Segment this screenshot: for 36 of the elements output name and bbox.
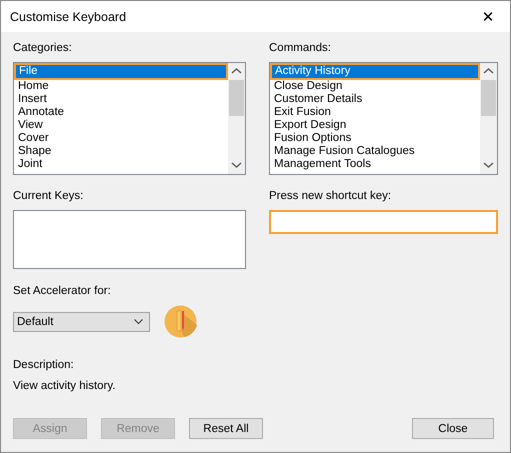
list-item[interactable]: Shape: [15, 145, 228, 158]
scrollbar[interactable]: [228, 63, 245, 174]
list-item[interactable]: Cover: [15, 132, 228, 145]
list-item[interactable]: Joint: [15, 158, 228, 171]
dialog-button[interactable]: Reset All: [189, 418, 263, 439]
list-item[interactable]: View: [15, 119, 228, 132]
categories-label: Categories:: [13, 42, 72, 55]
list-box[interactable]: Activity History Close Design Customer Details Exit Fusion Export Design Fusion Options Manage Fusion Catalogues Management Tools: [269, 62, 498, 175]
list-item[interactable]: Customer Details: [271, 93, 480, 106]
list-item[interactable]: Close Design: [271, 80, 480, 93]
close-button[interactable]: ✕: [466, 1, 510, 32]
ruler-pen-icon: [164, 305, 197, 338]
description-text: View activity history.: [13, 380, 116, 393]
list-item[interactable]: Home: [15, 80, 228, 93]
accelerator-dropdown[interactable]: Default: [13, 312, 150, 332]
commands-label: Commands:: [269, 42, 331, 55]
list-item[interactable]: File: [16, 65, 226, 78]
scrollbar[interactable]: [480, 63, 497, 174]
window-title: Customise Keyboard: [10, 10, 126, 24]
current-keys-label: Current Keys:: [13, 190, 84, 203]
shortcut-label: Press new shortcut key:: [269, 190, 392, 203]
list-item[interactable]: Management Tools: [271, 158, 480, 171]
list-item[interactable]: Exit Fusion: [271, 106, 480, 119]
list-item[interactable]: Annotate: [15, 106, 228, 119]
chevron-down-icon: [134, 319, 143, 324]
list-item[interactable]: Insert: [15, 93, 228, 106]
accelerator-label: Set Accelerator for:: [13, 285, 111, 298]
current-keys-box[interactable]: [13, 210, 246, 269]
description-label: Description:: [13, 359, 74, 372]
list-item[interactable]: Activity History: [272, 65, 478, 78]
list-item[interactable]: Export Design: [271, 119, 480, 132]
list-item[interactable]: Manage Fusion Catalogues: [271, 145, 480, 158]
dialog-button[interactable]: Close: [412, 418, 494, 439]
shortcut-field[interactable]: [269, 210, 498, 234]
list-item[interactable]: Fusion Options: [271, 132, 480, 145]
list-box[interactable]: File Home Insert Annotate View Cover Shape Joint: [13, 62, 246, 175]
